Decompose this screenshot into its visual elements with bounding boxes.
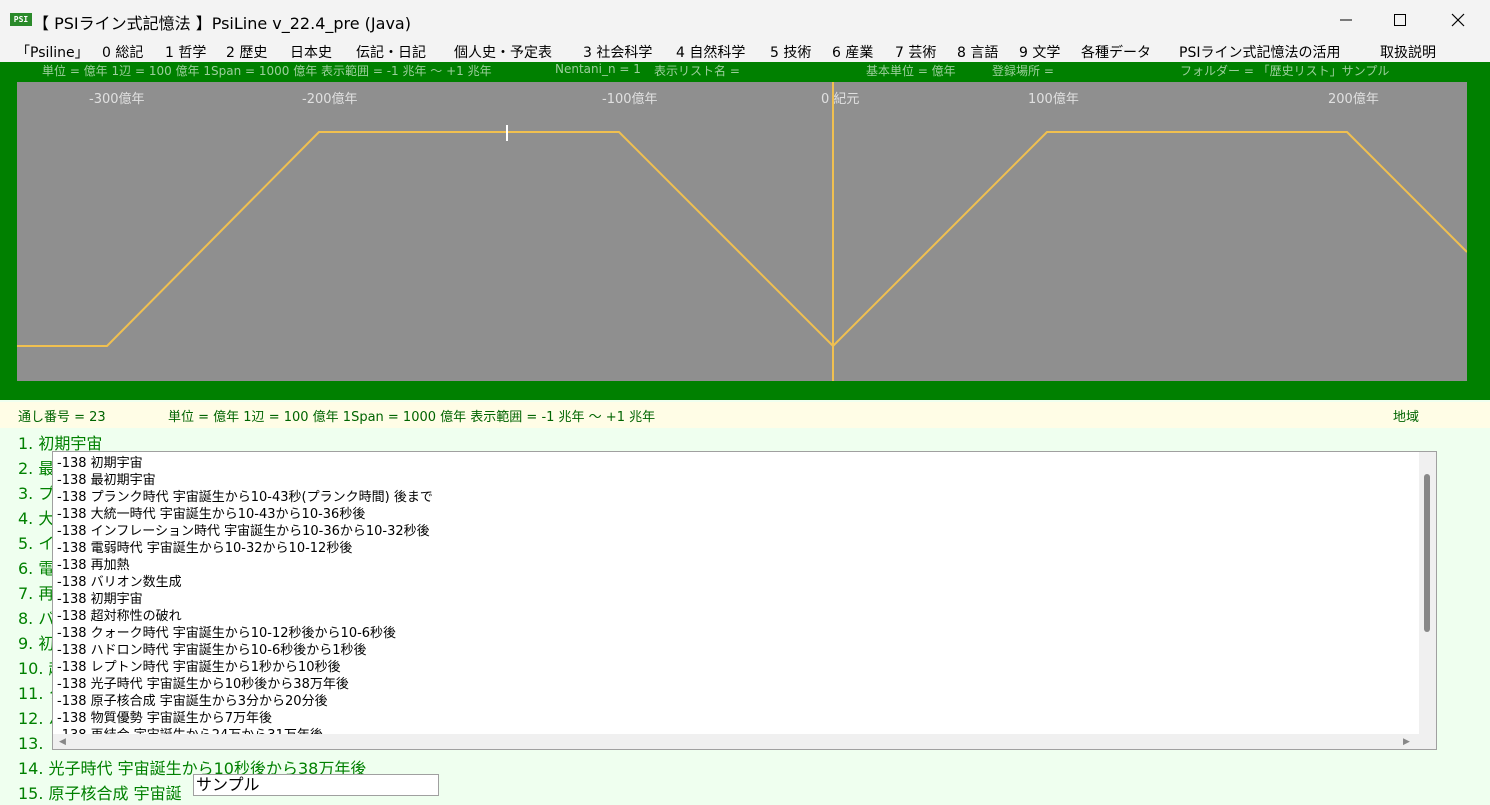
maximize-icon <box>1394 14 1406 26</box>
vertical-scrollbar[interactable] <box>1419 452 1436 734</box>
list-item[interactable]: 2. 最 <box>18 455 54 479</box>
timeline-canvas[interactable] <box>17 82 1467 381</box>
vertical-scroll-thumb[interactable] <box>1424 474 1430 632</box>
info-folder: フォルダー = 「歴史リスト」サンプル <box>1180 64 1390 78</box>
menu-art[interactable]: 7 芸術 <box>895 42 936 62</box>
menu-psiline[interactable]: 「Psiline」 <box>16 42 89 62</box>
minimize-button[interactable] <box>1317 0 1375 40</box>
title-bar: PSI 【 PSIライン式記憶法 】PsiLine v_22.4_pre (Ja… <box>0 0 1490 40</box>
status-serial: 通し番号 = 23 <box>18 410 106 425</box>
app-icon: PSI <box>10 13 32 26</box>
popup-line[interactable]: -138 クォーク時代 宇宙誕生から10-12秒後から10-6秒後 <box>57 625 396 642</box>
popup-line[interactable]: -138 初期宇宙 <box>57 455 143 472</box>
menu-personal-history[interactable]: 個人史・予定表 <box>454 42 552 62</box>
list-item[interactable]: 3. プ <box>18 480 54 504</box>
scrollbar-corner <box>1419 734 1436 749</box>
status-region: 地域 <box>1393 410 1420 425</box>
popup-line[interactable]: -138 再加熱 <box>57 557 130 574</box>
menu-technology[interactable]: 5 技術 <box>770 42 811 62</box>
popup-line[interactable]: -138 大統一時代 宇宙誕生から10-43から10-36秒後 <box>57 506 365 523</box>
list-item[interactable]: 7. 再 <box>18 580 54 604</box>
info-reg-place: 登録場所 = <box>992 64 1054 78</box>
axis-label: -200億年 <box>302 92 358 107</box>
menu-japanese-history[interactable]: 日本史 <box>290 42 332 62</box>
menu-industry[interactable]: 6 産業 <box>832 42 873 62</box>
popup-line[interactable]: -138 電弱時代 宇宙誕生から10-32から10-12秒後 <box>57 540 352 557</box>
list-item[interactable]: 6. 電 <box>18 555 54 579</box>
menu-language[interactable]: 8 言語 <box>957 42 998 62</box>
popup-line[interactable]: -138 バリオン数生成 <box>57 574 182 591</box>
close-icon <box>1451 13 1465 27</box>
popup-line[interactable]: -138 プランク時代 宇宙誕生から10-43秒(プランク時間) 後まで <box>57 489 433 506</box>
popup-line[interactable]: -138 ハドロン時代 宇宙誕生から10-6秒後から1秒後 <box>57 642 367 659</box>
psi-line-chart <box>17 82 1467 381</box>
popup-line[interactable]: -138 初期宇宙 <box>57 591 143 608</box>
menu-biography[interactable]: 伝記・日記 <box>356 42 426 62</box>
axis-label: 200億年 <box>1328 92 1379 107</box>
popup-content: -138 初期宇宙 -138 最初期宇宙 -138 プランク時代 宇宙誕生から1… <box>53 453 1419 735</box>
menu-manual[interactable]: 取扱説明 <box>1380 42 1436 62</box>
list-item[interactable]: 15. 原子核合成 宇宙誕 <box>18 780 182 804</box>
axis-label: -100億年 <box>602 92 658 107</box>
info-unit: 単位 = 億年 1辺 = 100 億年 1Span = 1000 億年 表示範囲… <box>42 64 492 78</box>
event-popup-list[interactable]: -138 初期宇宙 -138 最初期宇宙 -138 プランク時代 宇宙誕生から1… <box>52 451 1437 750</box>
popup-line[interactable]: -138 物質優勢 宇宙誕生から7万年後 <box>57 710 272 727</box>
menu-bar: 「Psiline」 0 総記 1 哲学 2 歴史 日本史 伝記・日記 個人史・予… <box>0 40 1490 62</box>
menu-literature[interactable]: 9 文学 <box>1019 42 1060 62</box>
popup-line[interactable]: -138 インフレーション時代 宇宙誕生から10-36から10-32秒後 <box>57 523 430 540</box>
horizontal-scrollbar[interactable]: ◀ ▶ <box>53 734 1419 749</box>
popup-line[interactable]: -138 レプトン時代 宇宙誕生から1秒から10秒後 <box>57 659 341 676</box>
list-item[interactable]: 9. 初 <box>18 630 54 654</box>
list-item[interactable]: 4. 大 <box>18 505 54 529</box>
window-title: 【 PSIライン式記憶法 】PsiLine v_22.4_pre (Java) <box>33 14 411 33</box>
popup-line[interactable]: -138 原子核合成 宇宙誕生から3分から20分後 <box>57 693 328 710</box>
list-item[interactable]: 5. イ <box>18 530 54 554</box>
axis-label: -300億年 <box>89 92 145 107</box>
info-base-unit: 基本単位 = 億年 <box>866 64 956 78</box>
menu-general[interactable]: 0 総記 <box>102 42 143 62</box>
minimize-icon <box>1340 19 1352 21</box>
maximize-button[interactable] <box>1371 0 1429 40</box>
info-nentani: Nentani_n = 1 <box>555 62 641 76</box>
close-button[interactable] <box>1429 0 1487 40</box>
axis-label: 0 紀元 <box>821 92 860 107</box>
menu-natural-science[interactable]: 4 自然科学 <box>676 42 745 62</box>
info-list-name: 表示リスト名 = <box>654 64 740 78</box>
menu-social-science[interactable]: 3 社会科学 <box>583 42 652 62</box>
menu-data[interactable]: 各種データ <box>1081 42 1151 62</box>
list-item[interactable]: 8. バ <box>18 605 54 629</box>
psi-line <box>17 131 1467 348</box>
axis-label: 100億年 <box>1028 92 1079 107</box>
status-unit: 単位 = 億年 1辺 = 100 億年 1Span = 1000 億年 表示範囲… <box>168 410 656 425</box>
menu-history[interactable]: 2 歴史 <box>226 42 267 62</box>
sample-input[interactable]: サンプル <box>193 774 439 796</box>
scroll-left-icon[interactable]: ◀ <box>59 737 66 747</box>
scroll-right-icon[interactable]: ▶ <box>1403 737 1410 747</box>
popup-line[interactable]: -138 超対称性の破れ <box>57 608 182 625</box>
menu-usage[interactable]: PSIライン式記憶法の活用 <box>1179 42 1340 62</box>
popup-line[interactable]: -138 最初期宇宙 <box>57 472 156 489</box>
popup-line[interactable]: -138 光子時代 宇宙誕生から10秒後から38万年後 <box>57 676 349 693</box>
menu-philosophy[interactable]: 1 哲学 <box>165 42 206 62</box>
